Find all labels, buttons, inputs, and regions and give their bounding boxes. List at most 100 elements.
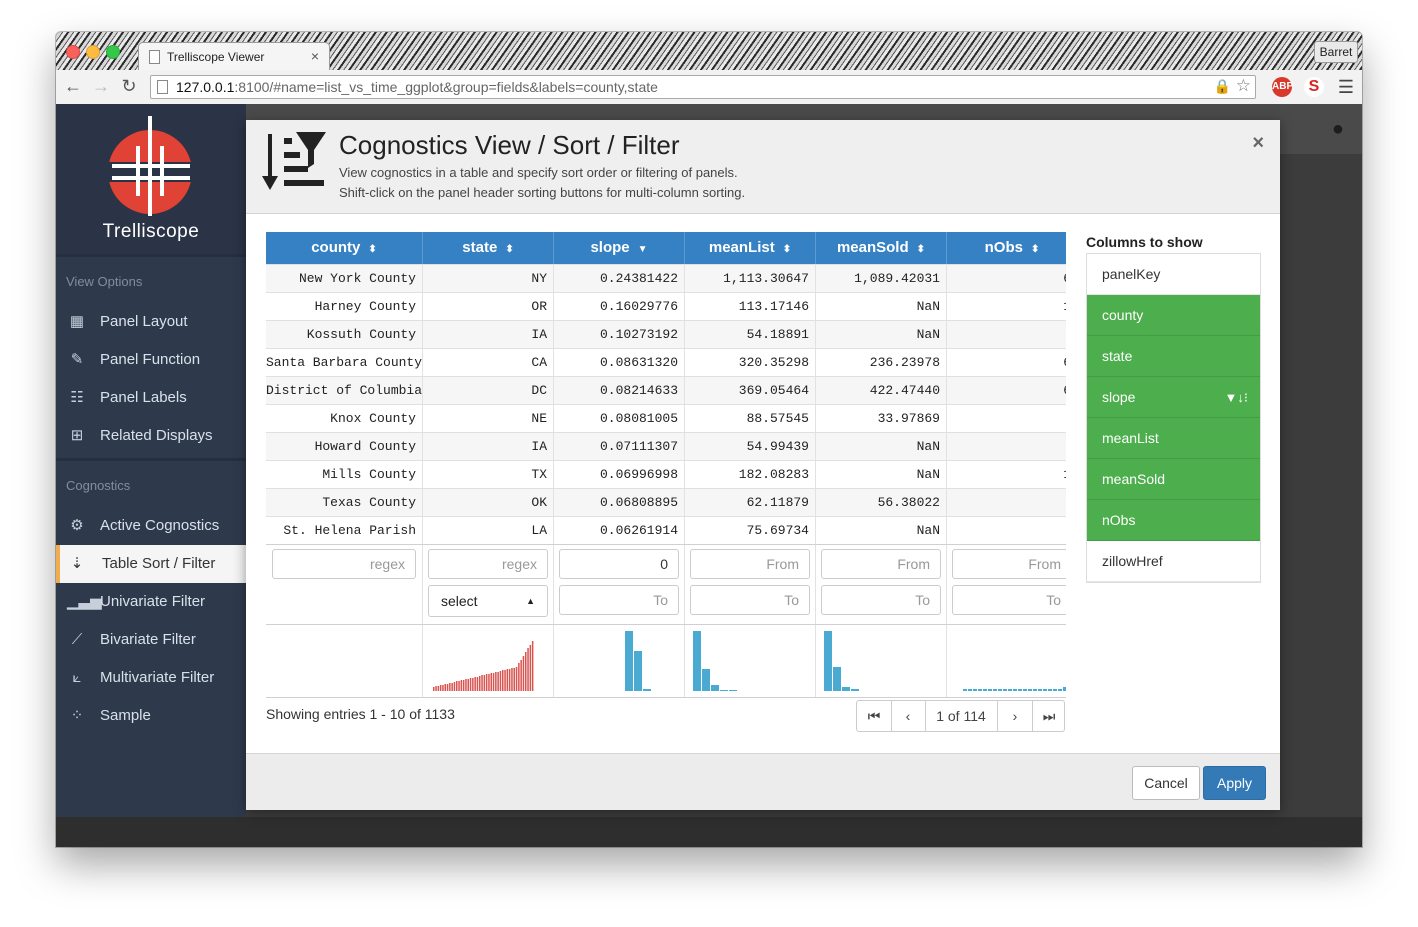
column-toggle-county[interactable]: county bbox=[1087, 295, 1260, 336]
apply-button[interactable]: Apply bbox=[1203, 766, 1266, 800]
sort-icon[interactable]: ⬍ bbox=[917, 244, 925, 255]
column-header-nobs[interactable]: nObs ⬍ bbox=[947, 232, 1066, 264]
address-bar[interactable]: 127.0.0.1:8100/#name=list_vs_time_ggplot… bbox=[150, 75, 1256, 99]
column-header-state[interactable]: state ⬍ bbox=[423, 232, 554, 264]
bookmark-star-icon[interactable]: ☆ bbox=[1236, 76, 1251, 96]
column-toggle-zillowhref[interactable]: zillowHref bbox=[1087, 541, 1260, 582]
column-toggle-panelkey[interactable]: panelKey bbox=[1087, 254, 1260, 295]
meansold-from-input[interactable]: From bbox=[821, 549, 941, 579]
state-histogram-bar bbox=[465, 679, 467, 691]
sidebar-item-panel-function[interactable]: ✎ Panel Function bbox=[56, 341, 246, 379]
table-cell-meanList: 1,113.30647 bbox=[685, 265, 816, 293]
column-header-meanlist[interactable]: meanList ⬍ bbox=[685, 232, 816, 264]
sort-icon[interactable]: ⬍ bbox=[505, 244, 513, 255]
sidebar-item-sample[interactable]: ⁘ Sample bbox=[56, 697, 246, 735]
sort-desc-icon[interactable]: ▼ bbox=[638, 244, 648, 255]
column-header-county[interactable]: county ⬍ bbox=[266, 232, 423, 264]
first-page-icon[interactable]: ⏮ bbox=[857, 701, 892, 731]
nobs-histogram-bar bbox=[998, 689, 1002, 691]
histogram-meanlist[interactable] bbox=[685, 625, 816, 697]
sort-icon[interactable]: ⬍ bbox=[1031, 244, 1039, 255]
meansold-to-input[interactable]: To bbox=[821, 585, 941, 615]
area-chart-icon: ⟀ bbox=[72, 669, 82, 686]
column-toggle-label: county bbox=[1102, 307, 1144, 323]
nobs-histogram-bar bbox=[1063, 687, 1066, 691]
close-icon[interactable]: × bbox=[1252, 132, 1264, 155]
bar-chart-icon: ▁▃▅ bbox=[67, 593, 102, 610]
modal-footer: Cancel Apply bbox=[246, 753, 1280, 810]
nobs-histogram-bar bbox=[1028, 689, 1032, 691]
histogram-nobs[interactable] bbox=[947, 625, 1066, 697]
forward-arrow-icon[interactable]: → bbox=[90, 76, 112, 97]
nobs-from-input[interactable]: From bbox=[952, 549, 1066, 579]
state-histogram-bar bbox=[511, 668, 513, 691]
table-cell-meanList: 62.11879 bbox=[685, 489, 816, 517]
sidebar-item-bivariate-filter[interactable]: ⟋ Bivariate Filter bbox=[56, 621, 246, 659]
tab-close-icon[interactable]: × bbox=[311, 48, 319, 64]
table-cell-meanList: 320.35298 bbox=[685, 349, 816, 377]
last-page-icon[interactable]: ⏭ bbox=[1032, 701, 1066, 731]
sort-icon[interactable]: ⬍ bbox=[368, 244, 376, 255]
profile-button[interactable]: Barret bbox=[1314, 41, 1358, 63]
state-select[interactable]: select ▲ bbox=[428, 585, 548, 617]
column-toggle-slope[interactable]: slope ▼↓⁝ bbox=[1087, 377, 1260, 418]
nobs-to-input[interactable]: To bbox=[952, 585, 1066, 615]
state-histogram-bar bbox=[467, 679, 469, 691]
user-icon[interactable]: ● bbox=[1332, 118, 1344, 141]
prev-page-icon[interactable]: ‹ bbox=[891, 701, 926, 731]
table-cell-county: Mills County bbox=[266, 461, 423, 489]
state-histogram-bar bbox=[497, 672, 499, 691]
browser-tab[interactable]: Trelliscope Viewer × bbox=[138, 42, 330, 71]
state-regex-input[interactable]: regex bbox=[428, 549, 548, 579]
nobs-histogram-bar bbox=[1053, 689, 1057, 691]
county-regex-input[interactable]: regex bbox=[272, 549, 416, 579]
cancel-button[interactable]: Cancel bbox=[1132, 766, 1200, 800]
menu-icon[interactable]: ☰ bbox=[1338, 77, 1354, 98]
next-page-icon[interactable]: › bbox=[998, 701, 1033, 731]
column-toggle-nobs[interactable]: nObs bbox=[1087, 500, 1260, 541]
sidebar-item-related-displays[interactable]: ⊞ Related Displays bbox=[56, 417, 246, 455]
minimize-window-button[interactable] bbox=[86, 45, 100, 59]
column-toggle-meanlist[interactable]: meanList bbox=[1087, 418, 1260, 459]
slope-from-input[interactable]: 0 bbox=[559, 549, 679, 579]
slope-to-input[interactable]: To bbox=[559, 585, 679, 615]
table-cell-slope: 0.06808895 bbox=[554, 489, 685, 517]
meanlist-to-input[interactable]: To bbox=[690, 585, 810, 615]
url-text[interactable]: 127.0.0.1:8100/#name=list_vs_time_ggplot… bbox=[176, 79, 658, 95]
sidebar-item-multivariate-filter[interactable]: ⟀ Multivariate Filter bbox=[56, 659, 246, 697]
nobs-histogram-bar bbox=[1023, 689, 1027, 691]
histogram-state[interactable] bbox=[423, 625, 554, 697]
reload-icon[interactable]: ↻ bbox=[118, 76, 140, 97]
state-histogram-bar bbox=[502, 670, 504, 691]
histogram-meansold[interactable] bbox=[816, 625, 947, 697]
page-icon bbox=[149, 50, 160, 64]
column-toggle-state[interactable]: state bbox=[1087, 336, 1260, 377]
column-toggle-meansold[interactable]: meanSold bbox=[1087, 459, 1260, 500]
sidebar-item-panel-layout[interactable]: ▦ Panel Layout bbox=[56, 303, 246, 341]
footer-bar bbox=[56, 817, 1362, 847]
table-cell-county: Santa Barbara County bbox=[266, 349, 423, 377]
meanlist-from-input[interactable]: From bbox=[690, 549, 810, 579]
back-arrow-icon[interactable]: ← bbox=[62, 76, 84, 97]
sidebar-item-active-cognostics[interactable]: ⚙ Active Cognostics bbox=[56, 507, 246, 545]
close-window-button[interactable] bbox=[66, 45, 80, 59]
brand-name: Trelliscope bbox=[102, 221, 200, 242]
sort-icon[interactable]: ⬍ bbox=[783, 244, 791, 255]
sidebar-item-table-sort-filter[interactable]: ⇣ Table Sort / Filter bbox=[56, 545, 246, 583]
nobs-histogram-bar bbox=[978, 689, 982, 691]
table-cell-meanList: 54.18891 bbox=[685, 321, 816, 349]
sidebar-item-univariate-filter[interactable]: ▁▃▅ Univariate Filter bbox=[56, 583, 246, 621]
page-icon bbox=[157, 80, 168, 94]
title-bar: Trelliscope Viewer × Barret bbox=[56, 32, 1362, 71]
lock-icon[interactable]: 🔒 bbox=[1214, 78, 1231, 95]
state-histogram-bar bbox=[462, 680, 465, 691]
column-header-meansold[interactable]: meanSold ⬍ bbox=[816, 232, 947, 264]
zoom-window-button[interactable] bbox=[106, 45, 120, 59]
sidebar-item-label: Bivariate Filter bbox=[100, 631, 196, 648]
sidebar-item-panel-labels[interactable]: ☷ Panel Labels bbox=[56, 379, 246, 417]
histogram-slope[interactable] bbox=[554, 625, 685, 697]
column-header-slope[interactable]: slope ▼ bbox=[554, 232, 685, 264]
adblock-plus-icon[interactable]: ABP bbox=[1272, 77, 1293, 97]
modal-subtitle: Shift-click on the panel header sorting … bbox=[339, 185, 746, 200]
extension-s-icon[interactable]: S bbox=[1304, 77, 1324, 97]
